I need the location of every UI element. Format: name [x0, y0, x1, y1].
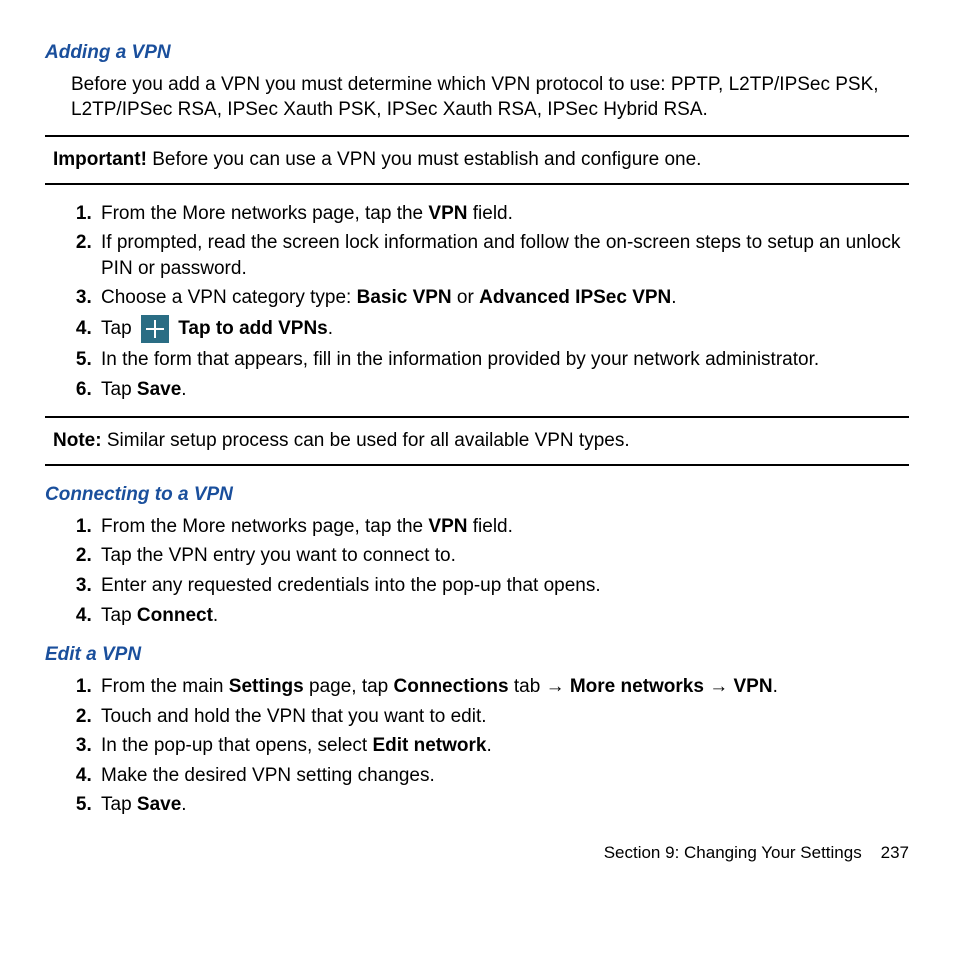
text: Tap [101, 379, 137, 400]
heading-adding-vpn: Adding a VPN [45, 40, 909, 66]
text: field. [467, 203, 512, 224]
bold: Connect [137, 605, 213, 626]
arrow-icon: → [546, 676, 565, 697]
text: . [486, 735, 491, 756]
text: tab [509, 676, 546, 697]
text: . [671, 287, 676, 308]
text: field. [467, 516, 512, 537]
steps-connecting: From the More networks page, tap the VPN… [97, 514, 909, 629]
text: . [213, 605, 218, 626]
text: . [181, 379, 186, 400]
text: Tap [101, 605, 137, 626]
note-block: Note: Similar setup process can be used … [45, 416, 909, 466]
text: Tap [101, 794, 137, 815]
important-text: Before you can use a VPN you must establ… [147, 149, 702, 170]
step: Tap Save. [97, 792, 909, 818]
step: Enter any requested credentials into the… [97, 573, 909, 599]
text: Choose a VPN category type: [101, 287, 357, 308]
heading-connecting: Connecting to a VPN [45, 482, 909, 508]
steps-adding: From the More networks page, tap the VPN… [97, 201, 909, 403]
step: From the More networks page, tap the VPN… [97, 201, 909, 227]
intro-text: Before you add a VPN you must determine … [71, 72, 909, 123]
text: From the More networks page, tap the [101, 516, 428, 537]
important-label: Important! [53, 149, 147, 170]
text: From the main [101, 676, 229, 697]
important-block: Important! Before you can use a VPN you … [45, 135, 909, 185]
bold: Tap to add VPNs [178, 318, 328, 339]
footer-page: 237 [881, 843, 909, 862]
step: Tap Save. [97, 377, 909, 403]
step: Tap Tap to add VPNs. [97, 315, 909, 343]
bold: VPN [428, 516, 467, 537]
steps-edit: From the main Settings page, tap Connect… [97, 674, 909, 818]
step: Tap Connect. [97, 603, 909, 629]
bold: Advanced IPSec VPN [479, 287, 671, 308]
step: If prompted, read the screen lock inform… [97, 230, 909, 281]
step: Touch and hold the VPN that you want to … [97, 704, 909, 730]
page-footer: Section 9: Changing Your Settings 237 [45, 842, 909, 865]
text: page, tap [304, 676, 394, 697]
step: In the pop-up that opens, select Edit ne… [97, 733, 909, 759]
text: . [773, 676, 778, 697]
bold: Basic VPN [357, 287, 452, 308]
step: Make the desired VPN setting changes. [97, 763, 909, 789]
bold: More networks [570, 676, 704, 697]
text: In the pop-up that opens, select [101, 735, 372, 756]
footer-section: Section 9: Changing Your Settings [604, 843, 862, 862]
text: or [452, 287, 479, 308]
bold: Settings [229, 676, 304, 697]
arrow-icon: → [709, 676, 728, 697]
note-label: Note: [53, 430, 102, 451]
bold: Edit network [372, 735, 486, 756]
bold: Save [137, 794, 181, 815]
heading-edit: Edit a VPN [45, 642, 909, 668]
text: Tap [101, 318, 137, 339]
bold: VPN [428, 203, 467, 224]
step: From the main Settings page, tap Connect… [97, 674, 909, 700]
note-text: Similar setup process can be used for al… [102, 430, 630, 451]
text: . [181, 794, 186, 815]
step: From the More networks page, tap the VPN… [97, 514, 909, 540]
text: . [328, 318, 333, 339]
plus-icon [141, 315, 169, 343]
bold: VPN [734, 676, 773, 697]
bold: Save [137, 379, 181, 400]
step: Choose a VPN category type: Basic VPN or… [97, 285, 909, 311]
text: From the More networks page, tap the [101, 203, 428, 224]
step: Tap the VPN entry you want to connect to… [97, 543, 909, 569]
step: In the form that appears, fill in the in… [97, 347, 909, 373]
bold: Connections [394, 676, 509, 697]
